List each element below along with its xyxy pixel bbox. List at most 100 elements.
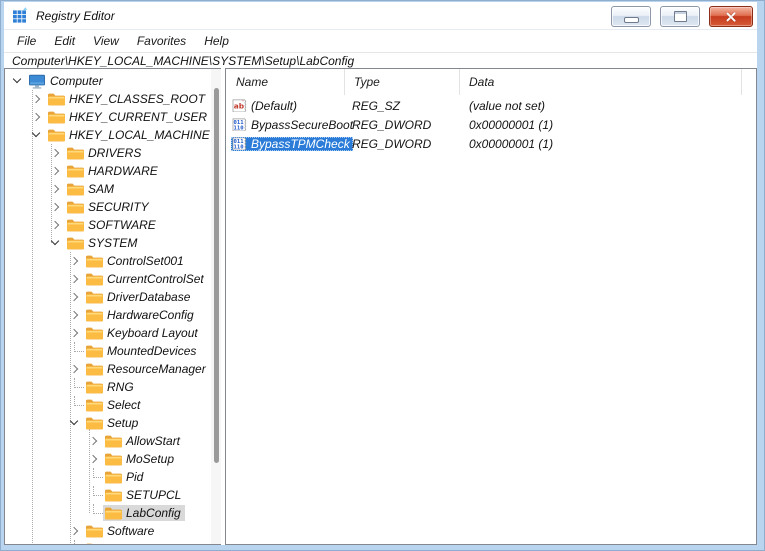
tree-item-select[interactable]: Select — [5, 396, 222, 414]
close-button[interactable] — [709, 6, 753, 27]
tree-item-driverdatabase[interactable]: DriverDatabase — [5, 288, 222, 306]
tree-node-mosetup[interactable]: MoSetup — [103, 451, 178, 467]
tree-item-resourcemanager[interactable]: ResourceManager — [5, 360, 222, 378]
tree-node-setup[interactable]: Setup — [84, 415, 142, 431]
tree-node-hardwareconfig[interactable]: HardwareConfig — [84, 307, 198, 323]
tree-item-drivers[interactable]: DRIVERS — [5, 144, 222, 162]
tree-item-hkey-local-machine[interactable]: HKEY_LOCAL_MACHINE — [5, 126, 222, 144]
title-bar[interactable]: Registry Editor — [4, 2, 757, 30]
menu-item-file[interactable]: File — [8, 31, 45, 51]
tree-item-software[interactable]: SOFTWARE — [5, 216, 222, 234]
tree-node-labconfig[interactable]: LabConfig — [103, 505, 185, 521]
tree-item-pid[interactable]: Pid — [5, 468, 222, 486]
tree-item-hardware[interactable]: HARDWARE — [5, 162, 222, 180]
tree-item-keyboard-layout[interactable]: Keyboard Layout — [5, 324, 222, 342]
chevron-right-icon[interactable] — [47, 162, 65, 180]
tree-item-hkey-classes-root[interactable]: HKEY_CLASSES_ROOT — [5, 90, 222, 108]
chevron-right-icon[interactable] — [66, 360, 84, 378]
column-separator[interactable] — [459, 69, 460, 95]
tree-node-hardware[interactable]: HARDWARE — [65, 163, 162, 179]
chevron-right-icon[interactable] — [47, 180, 65, 198]
tree-node-hkey-current-user[interactable]: HKEY_CURRENT_USER — [46, 109, 211, 125]
tree-item-allowstart[interactable]: AllowStart — [5, 432, 222, 450]
tree-item-setupcl[interactable]: SETUPCL — [5, 486, 222, 504]
menu-item-favorites[interactable]: Favorites — [128, 31, 195, 51]
tree-node-sam[interactable]: SAM — [65, 181, 118, 197]
tree-node-drivers[interactable]: DRIVERS — [65, 145, 145, 161]
folder-icon — [66, 182, 84, 196]
tree-item-hardwareconfig[interactable]: HardwareConfig — [5, 306, 222, 324]
chevron-down-icon[interactable] — [66, 414, 84, 432]
chevron-right-icon[interactable] — [85, 450, 103, 468]
tree-item-hkey-current-user[interactable]: HKEY_CURRENT_USER — [5, 108, 222, 126]
tree-node-controlset001[interactable]: ControlSet001 — [84, 253, 188, 269]
maximize-button[interactable] — [660, 6, 700, 27]
chevron-down-icon[interactable] — [28, 126, 46, 144]
tree-item-setup[interactable]: Setup — [5, 414, 222, 432]
minimize-button[interactable] — [611, 6, 651, 27]
tree-item-mosetup[interactable]: MoSetup — [5, 450, 222, 468]
chevron-right-icon[interactable] — [66, 288, 84, 306]
tree-node-system[interactable]: SYSTEM — [65, 235, 141, 251]
menu-item-edit[interactable]: Edit — [45, 31, 84, 51]
tree-connector-stub — [66, 396, 84, 414]
chevron-right-icon[interactable] — [28, 90, 46, 108]
chevron-right-icon[interactable] — [66, 306, 84, 324]
tree-node-software[interactable]: SOFTWARE — [65, 217, 160, 233]
folder-icon — [85, 254, 103, 268]
window-title: Registry Editor — [36, 8, 115, 23]
tree-node-rng[interactable]: RNG — [84, 379, 138, 395]
tree-scrollbar-thumb[interactable] — [214, 88, 219, 463]
column-separator[interactable] — [344, 69, 345, 95]
chevron-right-icon[interactable] — [66, 522, 84, 540]
tree-node-wpa[interactable]: WPA — [84, 541, 137, 544]
tree-node-pid[interactable]: Pid — [103, 469, 147, 485]
tree-item-wpa[interactable]: WPA — [5, 540, 222, 544]
registry-value-row-default[interactable]: ab ' (Default) REG_SZ (value not set) — [226, 96, 756, 115]
tree-item-computer[interactable]: Computer — [5, 72, 222, 90]
chevron-right-icon[interactable] — [28, 108, 46, 126]
column-separator[interactable] — [741, 69, 742, 95]
tree-item-controlset001[interactable]: ControlSet001 — [5, 252, 222, 270]
chevron-right-icon[interactable] — [47, 144, 65, 162]
menu-item-help[interactable]: Help — [195, 31, 238, 51]
chevron-right-icon[interactable] — [85, 432, 103, 450]
tree-node-currentcontrolset[interactable]: CurrentControlSet — [84, 271, 208, 287]
chevron-right-icon[interactable] — [66, 252, 84, 270]
tree-item-sam[interactable]: SAM — [5, 180, 222, 198]
tree-node-resourcemanager[interactable]: ResourceManager — [84, 361, 210, 377]
address-bar[interactable]: Computer\HKEY_LOCAL_MACHINE\SYSTEM\Setup… — [4, 53, 757, 68]
registry-value-row-bypasssecureboot[interactable]: 011 110 BypassSecureBoot REG_DWORD 0x00000… — [226, 115, 756, 134]
registry-value-row-bypasstpmcheck[interactable]: 011 110 BypassTPMCheck REG_DWORD 0x0000000… — [226, 134, 756, 153]
column-header-type[interactable]: Type — [344, 75, 459, 89]
tree-node-hkey-classes-root[interactable]: HKEY_CLASSES_ROOT — [46, 91, 209, 107]
tree-node-allowstart[interactable]: AllowStart — [103, 433, 184, 449]
tree-node-select[interactable]: Select — [84, 397, 144, 413]
svg-text:110: 110 — [234, 126, 245, 131]
chevron-right-icon[interactable] — [66, 270, 84, 288]
chevron-right-icon[interactable] — [66, 324, 84, 342]
tree-item-mounteddevices[interactable]: MountedDevices — [5, 342, 222, 360]
tree-node-driverdatabase[interactable]: DriverDatabase — [84, 289, 194, 305]
tree-item-currentcontrolset[interactable]: CurrentControlSet — [5, 270, 222, 288]
chevron-down-icon[interactable] — [9, 72, 27, 90]
tree-item-system[interactable]: SYSTEM — [5, 234, 222, 252]
chevron-down-icon[interactable] — [47, 234, 65, 252]
tree-node-computer[interactable]: Computer — [27, 73, 107, 89]
menu-item-view[interactable]: View — [84, 31, 128, 51]
chevron-right-icon[interactable] — [47, 198, 65, 216]
dword-value-icon: 011 110 — [232, 137, 247, 150]
tree-item-rng[interactable]: RNG — [5, 378, 222, 396]
tree-node-setupcl[interactable]: SETUPCL — [103, 487, 185, 503]
tree-item-security[interactable]: SECURITY — [5, 198, 222, 216]
column-header-data[interactable]: Data — [459, 75, 756, 89]
tree-node-security[interactable]: SECURITY — [65, 199, 153, 215]
column-header-name[interactable]: Name — [226, 75, 344, 89]
tree-item-software[interactable]: Software — [5, 522, 222, 540]
tree-node-keyboard-layout[interactable]: Keyboard Layout — [84, 325, 202, 341]
chevron-right-icon[interactable] — [47, 216, 65, 234]
tree-node-software[interactable]: Software — [84, 523, 158, 539]
tree-item-labconfig[interactable]: LabConfig — [5, 504, 222, 522]
tree-node-hkey-local-machine[interactable]: HKEY_LOCAL_MACHINE — [46, 127, 214, 143]
tree-node-mounteddevices[interactable]: MountedDevices — [84, 343, 200, 359]
